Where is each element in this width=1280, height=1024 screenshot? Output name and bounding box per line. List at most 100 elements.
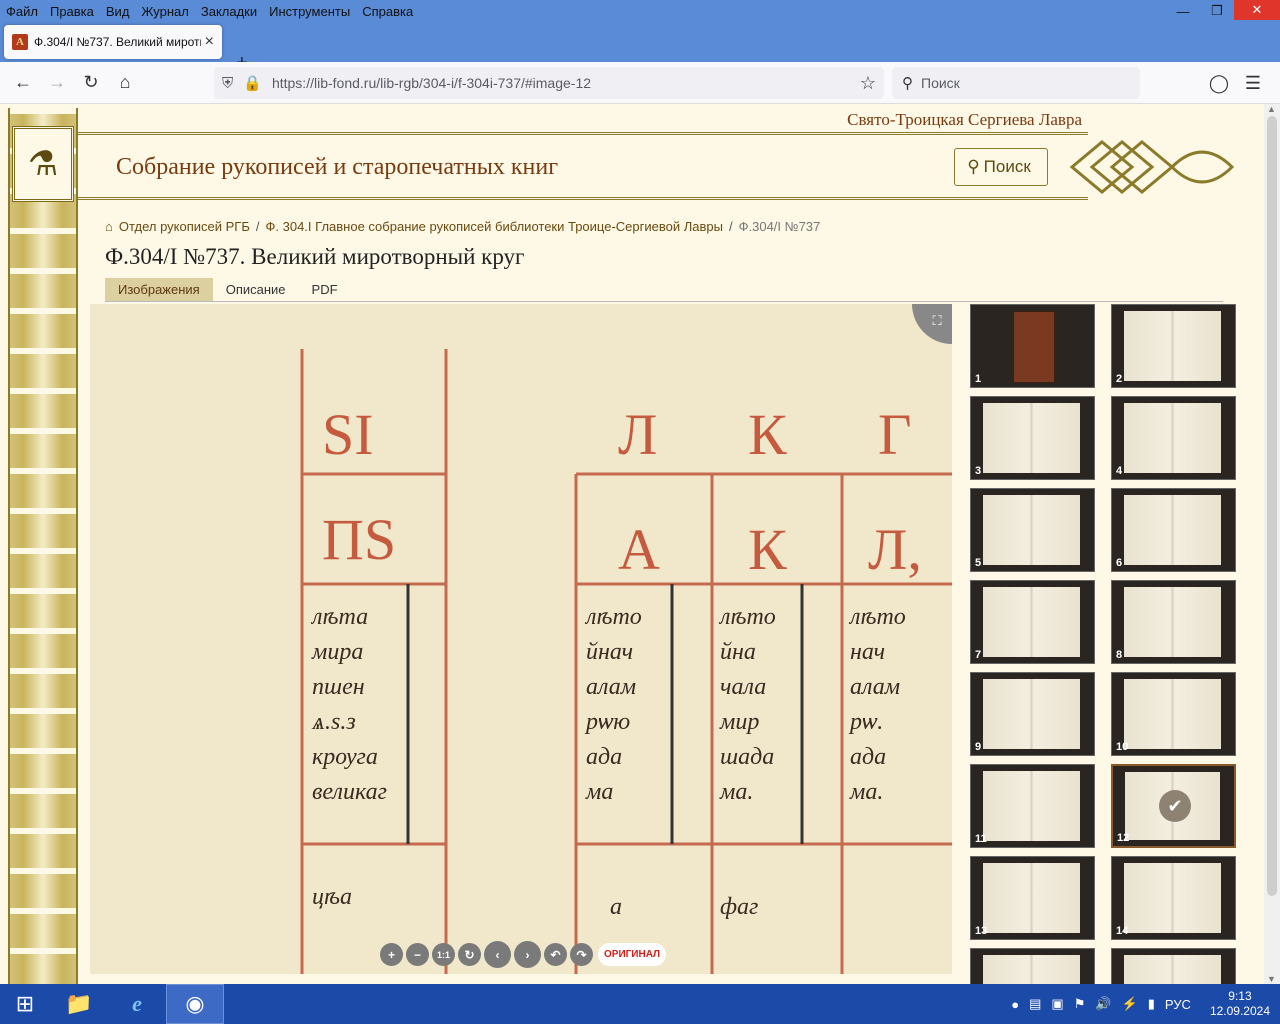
back-button[interactable]: ←	[6, 68, 40, 98]
menu-hamburger-icon[interactable]: ☰	[1236, 68, 1270, 98]
svg-text:чала: чала	[720, 674, 766, 700]
tab-description[interactable]: Описание	[213, 278, 299, 301]
svg-text:ПS: ПS	[322, 507, 396, 572]
scroll-down-icon[interactable]: ▼	[1267, 974, 1276, 984]
image-viewer[interactable]: SI Л К Г ПS А К Л, лѣта мира пшен ѧ.ѕ.з …	[90, 304, 952, 974]
language-indicator[interactable]: РУС	[1165, 997, 1191, 1012]
thumbnail[interactable]: 8	[1111, 580, 1236, 664]
rotate-right-button[interactable]: ↷	[570, 943, 593, 966]
breadcrumb-fond[interactable]: Ф. 304.I Главное собрание рукописей библ…	[266, 219, 723, 234]
tab-pdf[interactable]: PDF	[299, 278, 351, 301]
prev-image-button[interactable]: ‹	[484, 941, 511, 968]
thumbnail[interactable]: 4	[1111, 396, 1236, 480]
clock[interactable]: 9:13 12.09.2024	[1210, 989, 1270, 1019]
breadcrumb-dept[interactable]: Отдел рукописей РГБ	[119, 219, 250, 234]
menu-view[interactable]: Вид	[100, 4, 136, 19]
pocket-icon[interactable]: ◯	[1202, 68, 1236, 98]
network-status-icon[interactable]: ●	[1011, 997, 1019, 1012]
svg-text:фаг: фаг	[720, 894, 758, 920]
svg-text:А: А	[618, 517, 660, 582]
flag-icon[interactable]: ⚑	[1074, 996, 1086, 1012]
thumbnail[interactable]: 1	[970, 304, 1095, 388]
svg-text:лѣто: лѣто	[848, 604, 906, 630]
svg-text:К: К	[748, 517, 787, 582]
network-icon[interactable]: ⚡	[1122, 996, 1138, 1012]
menu-tools[interactable]: Инструменты	[263, 4, 356, 19]
clock-date: 12.09.2024	[1209, 1004, 1270, 1018]
thumbnail-gallery[interactable]: 1 2 3 4 5 6 7 8 9 10 11 ✔ 12 13 14	[970, 304, 1238, 984]
right-knot-ornament	[1069, 140, 1235, 194]
zoom-in-button[interactable]: +	[380, 943, 403, 966]
restore-button[interactable]: ❐	[1200, 0, 1234, 22]
thumbnail[interactable]: 5	[970, 488, 1095, 572]
internet-explorer-icon[interactable]: e	[108, 984, 166, 1024]
svg-text:ма.: ма.	[719, 779, 753, 805]
forward-button[interactable]: →	[40, 68, 74, 98]
home-icon: ⌂	[105, 219, 113, 234]
thumbnail[interactable]: 13	[970, 856, 1095, 940]
minimize-button[interactable]: —	[1166, 0, 1200, 22]
tab-images[interactable]: Изображения	[105, 278, 213, 301]
menu-bookmarks[interactable]: Закладки	[195, 4, 263, 19]
thumbnail[interactable]	[1111, 948, 1236, 984]
thumbnail[interactable]	[970, 948, 1095, 984]
site-logo[interactable]: ⚗	[12, 126, 74, 202]
bookmark-star-icon[interactable]: ☆	[860, 73, 876, 94]
thumbnail[interactable]: 7	[970, 580, 1095, 664]
thumbnail[interactable]: 2	[1111, 304, 1236, 388]
search-icon: ⚲	[902, 75, 913, 92]
svg-text:Г: Г	[878, 402, 912, 467]
zoom-out-button[interactable]: −	[406, 943, 429, 966]
thumbnail[interactable]: 11	[970, 764, 1095, 848]
page-scrollbar[interactable]: ▲ ▼	[1264, 104, 1280, 984]
menu-help[interactable]: Справка	[356, 4, 419, 19]
scrollbar-thumb[interactable]	[1267, 116, 1277, 896]
collection-title[interactable]: Собрание рукописей и старопечатных книг	[116, 154, 558, 181]
thumbnail[interactable]: 6	[1111, 488, 1236, 572]
svg-text:Л,: Л,	[868, 517, 922, 582]
menu-history[interactable]: Журнал	[135, 4, 194, 19]
rotate-left-button[interactable]: ↶	[544, 943, 567, 966]
reload-button[interactable]: ↻	[74, 68, 108, 98]
reset-view-button[interactable]: ↻	[458, 943, 481, 966]
close-window-button[interactable]: ✕	[1234, 0, 1280, 20]
window-icon[interactable]: ▣	[1051, 996, 1063, 1012]
firefox-icon[interactable]: ◉	[166, 984, 224, 1024]
svg-text:ада: ада	[850, 744, 886, 770]
start-button[interactable]: ⊞	[0, 984, 50, 1024]
url-host: https://lib-fond.ru	[271, 75, 377, 91]
address-bar[interactable]: ⛨ 🔒 https://lib-fond.ru/lib-rgb/304-i/f-…	[214, 67, 884, 99]
browser-tab[interactable]: A Ф.304/I №737. Великий миротв ×	[4, 25, 222, 59]
lock-icon[interactable]: 🔒	[243, 74, 262, 92]
scroll-up-icon[interactable]: ▲	[1267, 104, 1276, 114]
drive-icon[interactable]: ▤	[1029, 996, 1041, 1012]
svg-text:ма.: ма.	[849, 779, 883, 805]
breadcrumb-current: Ф.304/I №737	[738, 219, 821, 234]
thumbnail[interactable]: 14	[1111, 856, 1236, 940]
browser-search-box[interactable]: ⚲ Поиск	[892, 67, 1140, 99]
web-page: ⚗ Свято-Троицкая Сергиева Лавра Собрание…	[0, 104, 1264, 984]
file-explorer-icon[interactable]: 📁	[50, 984, 108, 1024]
next-image-button[interactable]: ›	[514, 941, 541, 968]
thumbnail[interactable]: 9	[970, 672, 1095, 756]
battery-icon[interactable]: ▮	[1148, 996, 1155, 1012]
menu-file[interactable]: Файл	[0, 4, 44, 19]
thumbnail[interactable]: 3	[970, 396, 1095, 480]
close-tab-icon[interactable]: ×	[205, 33, 214, 51]
home-button[interactable]: ⌂	[108, 68, 142, 98]
volume-icon[interactable]: 🔊	[1095, 996, 1111, 1012]
original-button[interactable]: ОРИГИНАЛ	[598, 943, 667, 966]
svg-text:ада: ада	[586, 744, 622, 770]
svg-text:мира: мира	[311, 639, 363, 665]
one-to-one-button[interactable]: 1:1	[432, 943, 455, 966]
site-search-button[interactable]: ⚲ Поиск	[954, 148, 1048, 186]
thumbnail-selected[interactable]: ✔ 12	[1111, 764, 1236, 848]
shield-icon[interactable]: ⛨	[222, 75, 233, 92]
content-tabs: Изображения Описание PDF	[105, 278, 1223, 302]
lavra-name[interactable]: Свято-Троицкая Сергиева Лавра	[847, 110, 1082, 130]
manuscript-page-image[interactable]: SI Л К Г ПS А К Л, лѣта мира пшен ѧ.ѕ.з …	[90, 304, 952, 974]
svg-text:ѧ.ѕ.з: ѧ.ѕ.з	[311, 709, 356, 735]
svg-text:пшен: пшен	[312, 674, 365, 700]
menu-edit[interactable]: Правка	[44, 4, 100, 19]
thumbnail[interactable]: 10	[1111, 672, 1236, 756]
